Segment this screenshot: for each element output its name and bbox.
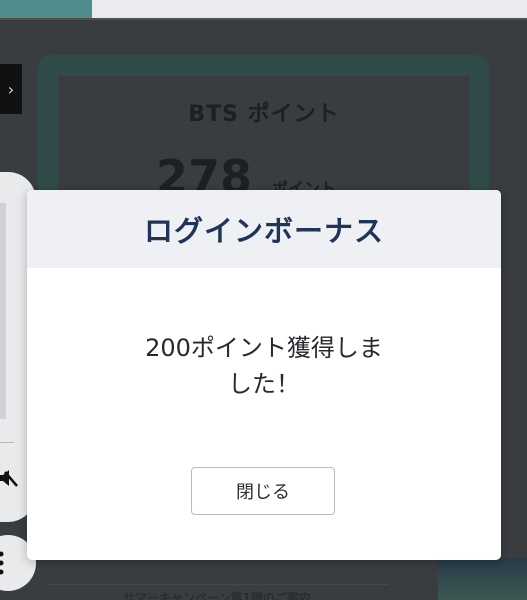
dialog-message-line-1: 200ポイント獲得しま — [145, 334, 383, 362]
chevron-right-icon: › — [7, 79, 15, 99]
dialog-header: ログインボーナス — [27, 190, 501, 268]
header-divider — [0, 18, 527, 20]
header-accent — [0, 0, 92, 18]
dialog-message-line-2: した！ — [228, 370, 300, 398]
side-toggle-button[interactable]: › — [0, 64, 22, 114]
dialog-title: ログインボーナス — [143, 214, 384, 248]
header-bar — [92, 0, 527, 18]
more-vertical-icon — [0, 551, 4, 575]
app-screen: › BTS ポイント 278 ポイント サマーキャンペーン第1弾のご案内 ログイ… — [0, 0, 527, 600]
points-title: BTS ポイント — [188, 102, 340, 127]
mute-icon[interactable] — [0, 466, 20, 490]
login-bonus-dialog: ログインボーナス 200ポイント獲得しま した！ 閉じる — [27, 190, 501, 560]
panel-divider — [0, 442, 14, 443]
campaign-banner[interactable]: サマーキャンペーン第1弾のご案内 — [46, 584, 388, 600]
player-screen[interactable] — [0, 203, 6, 419]
promo-thumbnail[interactable] — [438, 558, 527, 600]
dialog-message: 200ポイント獲得しま した！ — [117, 330, 411, 402]
close-button[interactable]: 閉じる — [191, 467, 335, 515]
